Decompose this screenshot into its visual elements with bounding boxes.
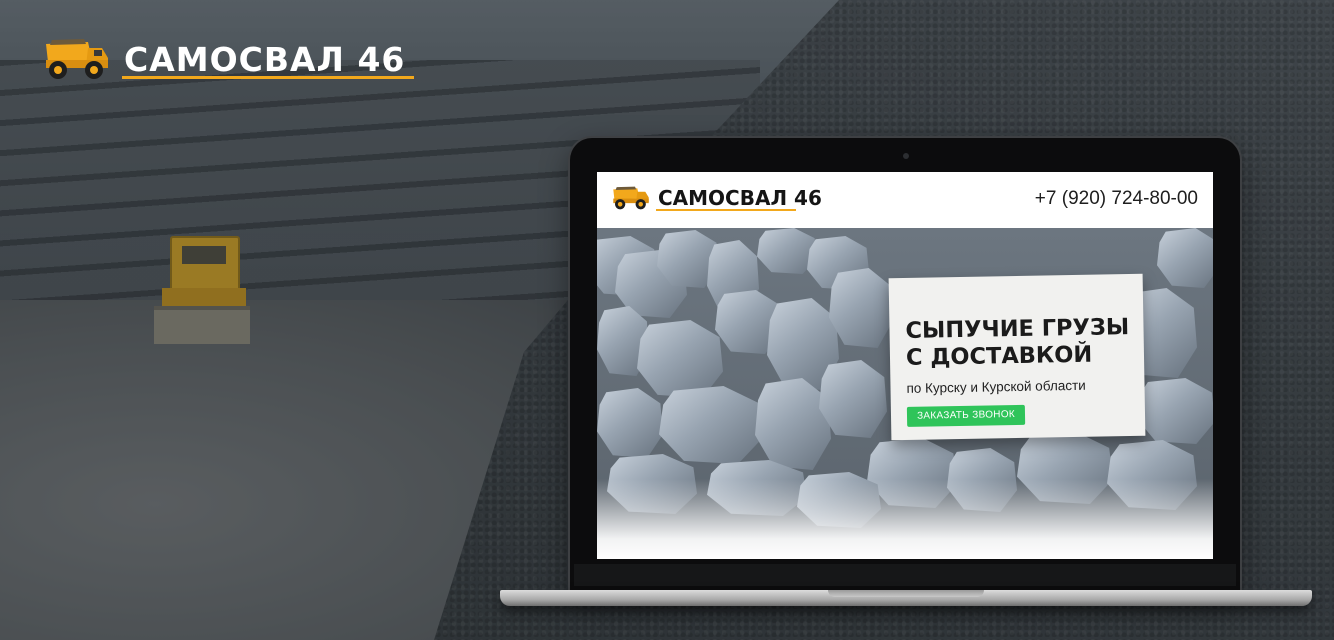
laptop-screen: САМОСВАЛ 46 +7 (920) 724-80-00 СЫПУЧИЕ Г… xyxy=(597,172,1213,559)
site-logo-name[interactable]: САМОСВАЛ 46 xyxy=(658,184,822,212)
laptop-chin xyxy=(574,564,1236,586)
hero-title: СЫПУЧИЕ ГРУЗЫ С ДОСТАВКОЙ xyxy=(905,314,1130,372)
hero-subtitle: по Курску и Курской области xyxy=(906,377,1086,396)
rock xyxy=(755,378,831,470)
brand-logo[interactable]: САМОСВАЛ 46 xyxy=(44,38,414,82)
rock xyxy=(597,388,663,458)
brand-underline xyxy=(122,76,414,79)
rock xyxy=(637,320,723,398)
dump-truck-icon xyxy=(46,39,108,79)
hero-fog-overlay xyxy=(597,479,1213,559)
phone-number-link[interactable]: +7 (920) 724-80-00 xyxy=(1035,186,1198,212)
site-header: САМОСВАЛ 46 +7 (920) 724-80-00 xyxy=(597,172,1213,228)
hero-title-line1: СЫПУЧИЕ ГРУЗЫ xyxy=(905,314,1130,344)
laptop-notch xyxy=(828,590,984,597)
rock xyxy=(1137,378,1213,444)
site-logo-underline xyxy=(656,209,796,211)
dump-truck-icon[interactable] xyxy=(612,186,650,210)
rock xyxy=(829,268,893,348)
camera-dot xyxy=(903,153,909,159)
hero-title-line2: С ДОСТАВКОЙ xyxy=(905,341,1093,371)
rock xyxy=(1157,228,1213,288)
hero-card: СЫПУЧИЕ ГРУЗЫ С ДОСТАВКОЙ по Курску и Ку… xyxy=(888,273,1146,441)
order-call-button[interactable]: ЗАКАЗАТЬ ЗВОНОК xyxy=(906,404,1026,427)
hero-section: СЫПУЧИЕ ГРУЗЫ С ДОСТАВКОЙ по Курску и Ку… xyxy=(597,228,1213,559)
rock xyxy=(659,386,763,464)
